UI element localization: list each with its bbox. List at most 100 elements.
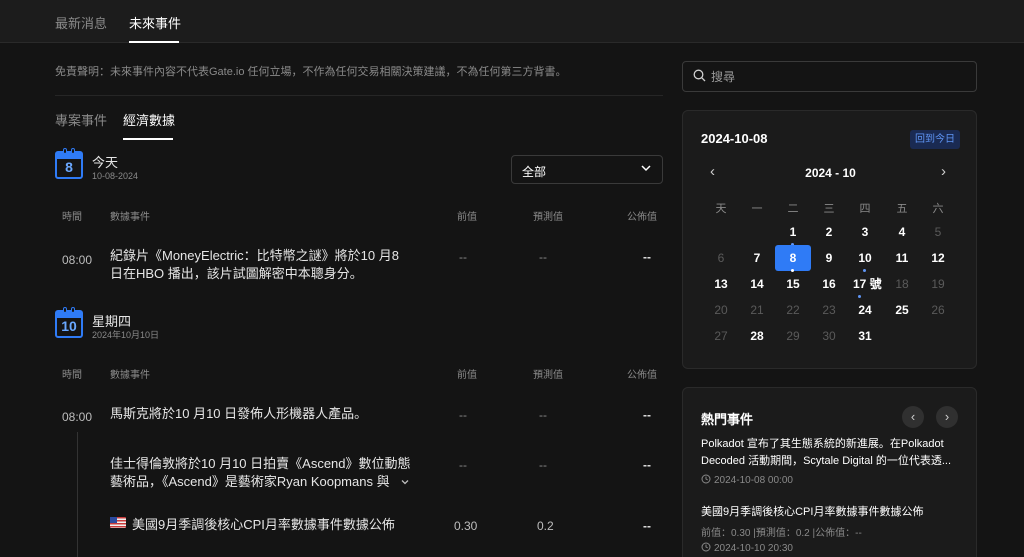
calendar-day[interactable]: 30: [811, 323, 847, 349]
calendar-day[interactable]: 27: [703, 323, 739, 349]
calendar-day[interactable]: 31: [847, 323, 883, 349]
calendar-day[interactable]: 17 號: [847, 271, 887, 298]
calendar-day[interactable]: 1: [775, 219, 811, 246]
calendar-day[interactable]: 11: [884, 245, 920, 271]
event-time: 08:00: [62, 253, 93, 267]
hot-event-detail: 前值：0.30 |預測值：0.2 |公佈值：--: [701, 528, 862, 539]
published-value: --: [643, 458, 651, 472]
event-text-line: 藝術品，《Ascend》是藝術家Ryan Koopmans 與: [110, 474, 390, 489]
calendar-day[interactable]: 21: [739, 297, 775, 323]
column-event: 數據事件: [110, 212, 150, 223]
filter-dropdown[interactable]: 全部: [511, 155, 663, 184]
search-icon: [693, 69, 706, 82]
filter-selected-value: 全部: [522, 165, 547, 179]
weekday-label: 一: [751, 203, 763, 215]
weekday-label: 四: [859, 203, 871, 215]
chevron-right-icon[interactable]: ›: [936, 406, 958, 428]
published-value: --: [643, 408, 651, 422]
top-bar: 最新消息 未來事件: [0, 0, 1024, 43]
calendar-day[interactable]: 16: [811, 271, 847, 297]
calendar-day-icon: 10: [55, 307, 83, 338]
calendar-day[interactable]: 20: [703, 297, 739, 323]
calendar-panel: 2024-10-08 回到今日 ‹ 2024 - 10 › 天 一 二 三 四 …: [682, 110, 977, 369]
column-time: 時間: [62, 212, 82, 223]
clock-icon: [701, 542, 711, 552]
published-value: --: [643, 250, 651, 264]
hot-events-title: 熱門事件: [701, 412, 754, 427]
chevron-left-icon[interactable]: ‹: [902, 406, 924, 428]
calendar-day[interactable]: 25: [884, 297, 920, 323]
us-flag-icon: [110, 517, 126, 528]
calendar-day[interactable]: 24: [847, 297, 883, 323]
hot-event-item[interactable]: 美國9月季調後核心CPI月率數據事件數據公佈: [701, 504, 963, 521]
event-description[interactable]: 紀錄片《MoneyElectric：比特幣之謎》將於10 月8 日在HBO 播出…: [110, 247, 399, 283]
column-previous: 前值: [457, 370, 477, 381]
calendar-day[interactable]: 9: [811, 245, 847, 271]
forecast-value: --: [539, 458, 547, 472]
hot-event-text-line: Decoded 活動期間，Scytale Digital 的一位代表透...: [701, 455, 952, 467]
timeline-line: [77, 432, 78, 557]
tab-project-events[interactable]: 專案事件: [55, 110, 107, 129]
previous-value: --: [459, 458, 467, 472]
selected-date: 2024-10-08: [701, 131, 768, 146]
calendar-day[interactable]: 6: [703, 245, 739, 271]
calendar-day[interactable]: 5: [920, 219, 956, 245]
hot-event-time: 2024-10-08 00:00: [701, 474, 793, 486]
calendar-day[interactable]: 19: [920, 271, 956, 297]
calendar-day[interactable]: 10: [847, 245, 883, 272]
back-to-today-button[interactable]: 回到今日: [910, 130, 960, 149]
weekday-label: 天: [715, 203, 727, 215]
chevron-right-icon[interactable]: ›: [941, 163, 946, 180]
weekday-label: 三: [823, 203, 835, 215]
disclaimer-text: 免責聲明：未來事件內容不代表Gate.io 任何立場，不作為任何交易相關決策建議…: [55, 66, 567, 78]
calendar-day[interactable]: 22: [775, 297, 811, 323]
calendar-day[interactable]: 14: [739, 271, 775, 297]
active-tab-indicator: [129, 41, 179, 43]
tab-latest-news[interactable]: 最新消息: [55, 13, 107, 32]
calendar-day[interactable]: 2: [811, 219, 847, 245]
day-date: 2024年10月10日: [92, 330, 160, 340]
search-input[interactable]: [711, 67, 961, 87]
forecast-value: 0.2: [537, 519, 554, 533]
active-subtab-indicator: [123, 138, 173, 140]
chevron-down-icon: [640, 162, 652, 177]
forecast-value: --: [539, 408, 547, 422]
calendar-day[interactable]: 12: [920, 245, 956, 271]
hot-event-text-line: 美國9月季調後核心CPI月率數據事件數據公佈: [701, 506, 924, 518]
tab-future-events[interactable]: 未來事件: [129, 13, 181, 32]
event-time: 08:00: [62, 410, 93, 424]
calendar-day[interactable]: 28: [739, 323, 775, 349]
calendar-day[interactable]: 29: [775, 323, 811, 349]
calendar-day[interactable]: 26: [920, 297, 956, 323]
calendar-day-selected[interactable]: 8: [775, 245, 811, 272]
expand-chevron-icon[interactable]: [400, 477, 410, 490]
search-box[interactable]: [682, 61, 977, 92]
column-previous: 前值: [457, 212, 477, 223]
weekday-label: 六: [932, 203, 944, 215]
hot-event-item[interactable]: Polkadot 宣布了其生態系統的新進展。在Polkadot Decoded …: [701, 436, 963, 470]
event-description[interactable]: 美國9月季調後核心CPI月率數據事件數據公佈: [132, 516, 395, 534]
divider: [55, 95, 663, 96]
column-event: 數據事件: [110, 370, 150, 381]
column-forecast: 預測值: [533, 370, 563, 381]
column-published: 公佈值: [627, 370, 657, 381]
event-text-line: 紀錄片《MoneyElectric：比特幣之謎》將於10 月8: [110, 248, 399, 263]
calendar-day[interactable]: 13: [703, 271, 739, 297]
published-value: --: [643, 519, 651, 533]
event-text-line: 佳士得倫敦將於10 月10 日拍賣《Ascend》數位動態: [110, 456, 411, 471]
calendar-day[interactable]: 18: [884, 271, 920, 297]
calendar-day-number: 8: [65, 159, 73, 175]
calendar-day[interactable]: 7: [739, 245, 775, 271]
calendar-day[interactable]: 3: [847, 219, 883, 245]
weekday-label: 五: [896, 203, 908, 215]
calendar-day-icon: 8: [55, 148, 83, 179]
event-description[interactable]: 佳士得倫敦將於10 月10 日拍賣《Ascend》數位動態 藝術品，《Ascen…: [110, 455, 411, 491]
calendar-day[interactable]: 15: [775, 271, 811, 297]
calendar-month-label: 2024 - 10: [805, 166, 856, 180]
calendar-day[interactable]: 4: [884, 219, 920, 245]
tab-economic-data[interactable]: 經濟數據: [123, 110, 175, 129]
event-text-line: 馬斯克將於10 月10 日發佈人形機器人產品。: [110, 406, 368, 421]
previous-value: --: [459, 408, 467, 422]
calendar-day[interactable]: 23: [811, 297, 847, 323]
event-description[interactable]: 馬斯克將於10 月10 日發佈人形機器人產品。: [110, 405, 367, 423]
